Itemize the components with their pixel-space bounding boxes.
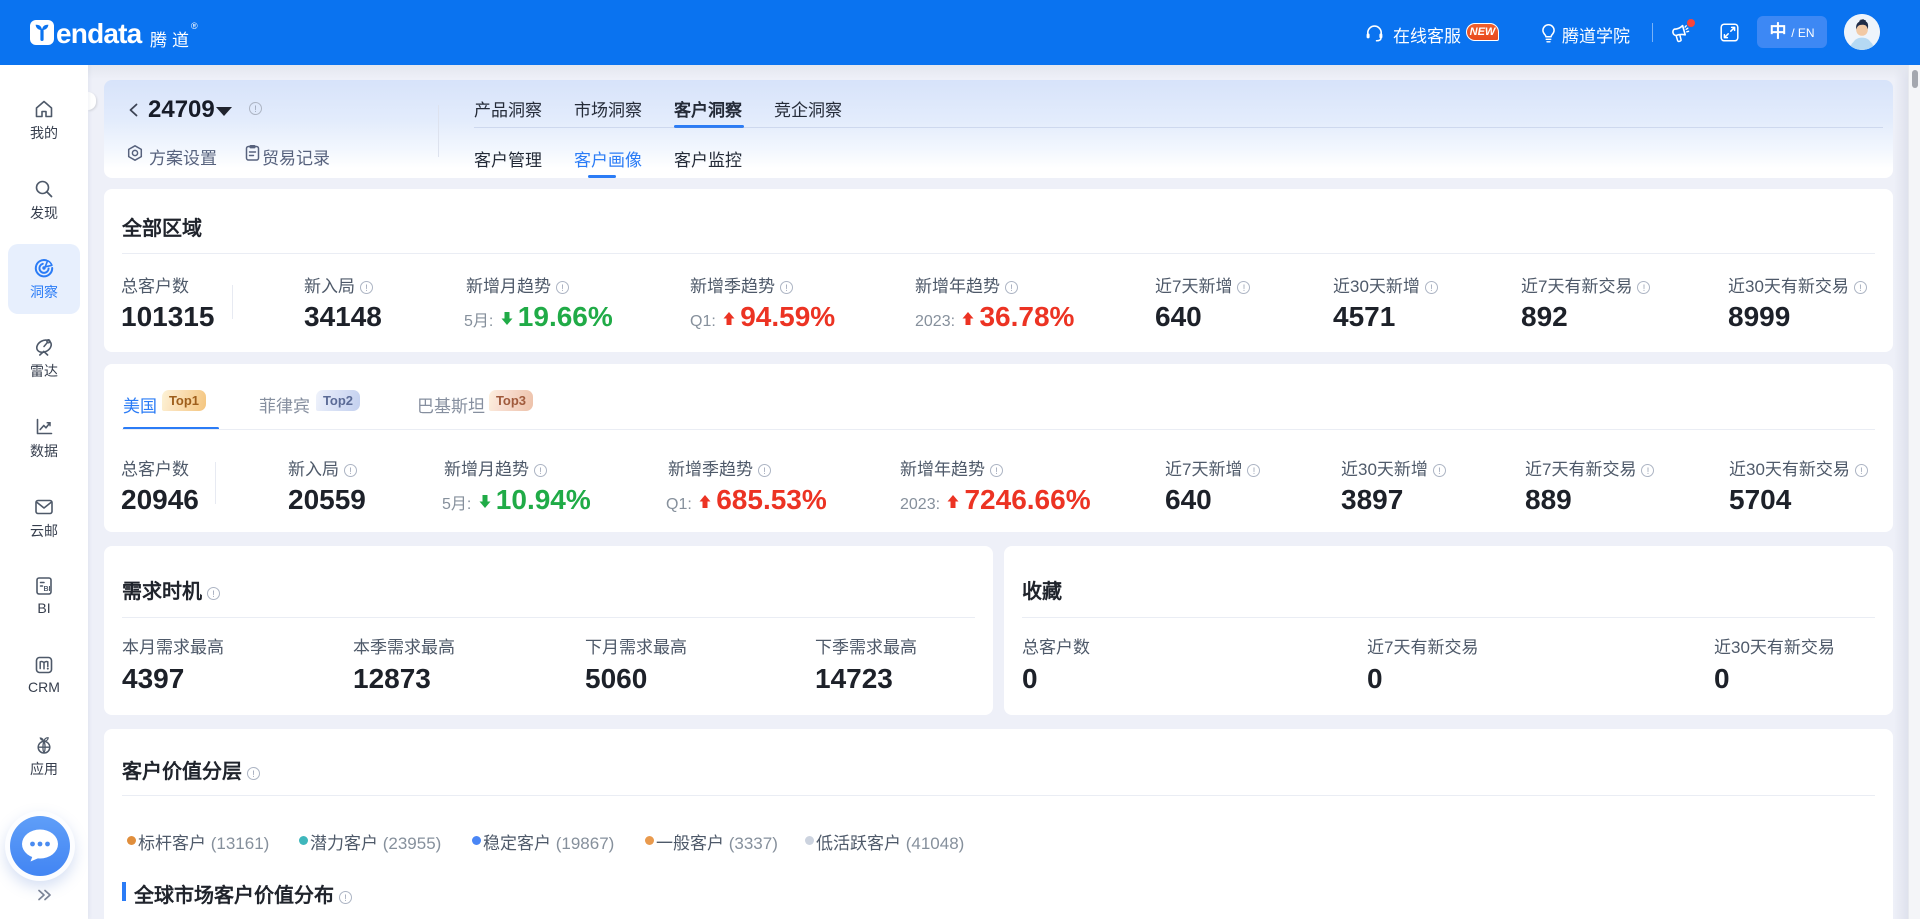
svg-text:BI: BI [44,586,51,593]
